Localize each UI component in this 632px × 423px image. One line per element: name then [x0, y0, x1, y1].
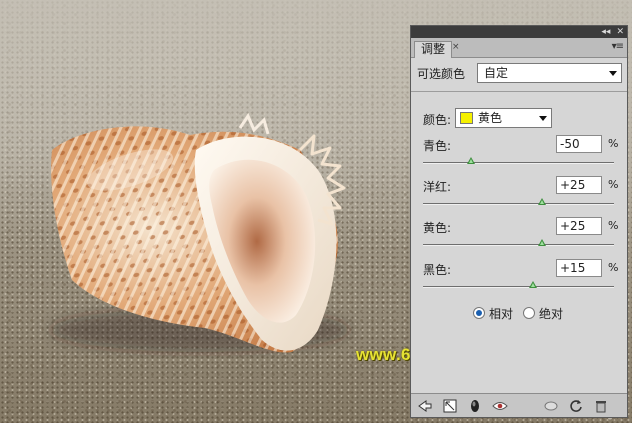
slider-thumb[interactable]: [528, 281, 537, 288]
colors-value: 黄色: [478, 111, 503, 125]
color-swatch: [460, 112, 473, 124]
radio-relative-dot[interactable]: [473, 307, 485, 319]
slider-track[interactable]: [423, 203, 614, 205]
panel-bottom-toolbar: [411, 393, 627, 417]
panel-menu-icon[interactable]: ▾≡: [612, 41, 624, 52]
slider-track[interactable]: [423, 244, 614, 246]
slider-label: 青色:: [423, 139, 452, 153]
close-panel-button[interactable]: ✕: [616, 26, 624, 38]
panel-title-bar: ◂◂ ✕: [411, 26, 627, 38]
clip-to-layer-icon[interactable]: [467, 398, 483, 414]
visibility-eye-icon[interactable]: [492, 398, 508, 414]
slider-thumb[interactable]: [538, 198, 547, 205]
method-radio-group: 相对 绝对: [473, 305, 563, 321]
tab-close-icon[interactable]: ×: [452, 42, 460, 52]
preset-label: 可选颜色: [417, 67, 466, 81]
magenta-value-input[interactable]: +25: [556, 176, 602, 194]
preset-value: 自定: [484, 66, 509, 80]
slider-thumb[interactable]: [466, 157, 475, 164]
chevron-down-icon: [609, 71, 617, 76]
chevron-down-icon: [539, 116, 547, 121]
percent-unit: %: [608, 178, 619, 191]
slider-cyan: 青色: -50 %: [423, 135, 619, 175]
trash-icon[interactable]: [593, 398, 609, 414]
preset-row: 可选颜色 自定: [417, 63, 622, 83]
cyan-value-input[interactable]: -50: [556, 135, 602, 153]
slider-label: 黄色:: [423, 221, 452, 235]
panel-tab-row: 调整 × ▾≡: [411, 38, 627, 58]
colors-dropdown[interactable]: 黄色: [455, 108, 552, 128]
radio-relative-label: 相对: [489, 306, 514, 321]
yellow-value-input[interactable]: +25: [556, 217, 602, 235]
preset-dropdown[interactable]: 自定: [477, 63, 622, 83]
slider-black: 黑色: +15 %: [423, 259, 619, 299]
colors-row: 颜色: 黄色: [423, 108, 623, 128]
slider-magenta: 洋红: +25 %: [423, 176, 619, 216]
percent-unit: %: [608, 261, 619, 274]
expand-view-icon[interactable]: [442, 398, 458, 414]
radio-relative[interactable]: 相对: [473, 305, 513, 322]
adjustments-panel: ◂◂ ✕ 调整 × ▾≡ 可选颜色 自定 颜色: 黄色 青色: -50 % 洋红…: [410, 25, 628, 418]
back-arrow-icon[interactable]: [417, 398, 433, 414]
slider-thumb[interactable]: [538, 239, 547, 246]
radio-absolute-label: 绝对: [539, 306, 564, 321]
slider-track[interactable]: [423, 162, 614, 164]
slider-track[interactable]: [423, 286, 614, 288]
collapse-panel-button[interactable]: ◂◂: [601, 26, 610, 38]
tab-adjustments[interactable]: 调整: [414, 41, 452, 58]
slider-yellow: 黄色: +25 %: [423, 217, 619, 257]
radio-absolute[interactable]: 绝对: [523, 305, 563, 322]
slider-label: 黑色:: [423, 263, 452, 277]
percent-unit: %: [608, 137, 619, 150]
view-previous-icon[interactable]: [543, 398, 559, 414]
colors-label: 颜色:: [423, 113, 452, 127]
divider: [411, 91, 627, 92]
percent-unit: %: [608, 219, 619, 232]
radio-absolute-dot[interactable]: [523, 307, 536, 319]
black-value-input[interactable]: +15: [556, 259, 602, 277]
slider-label: 洋红:: [423, 180, 452, 194]
reset-icon[interactable]: [568, 398, 584, 414]
